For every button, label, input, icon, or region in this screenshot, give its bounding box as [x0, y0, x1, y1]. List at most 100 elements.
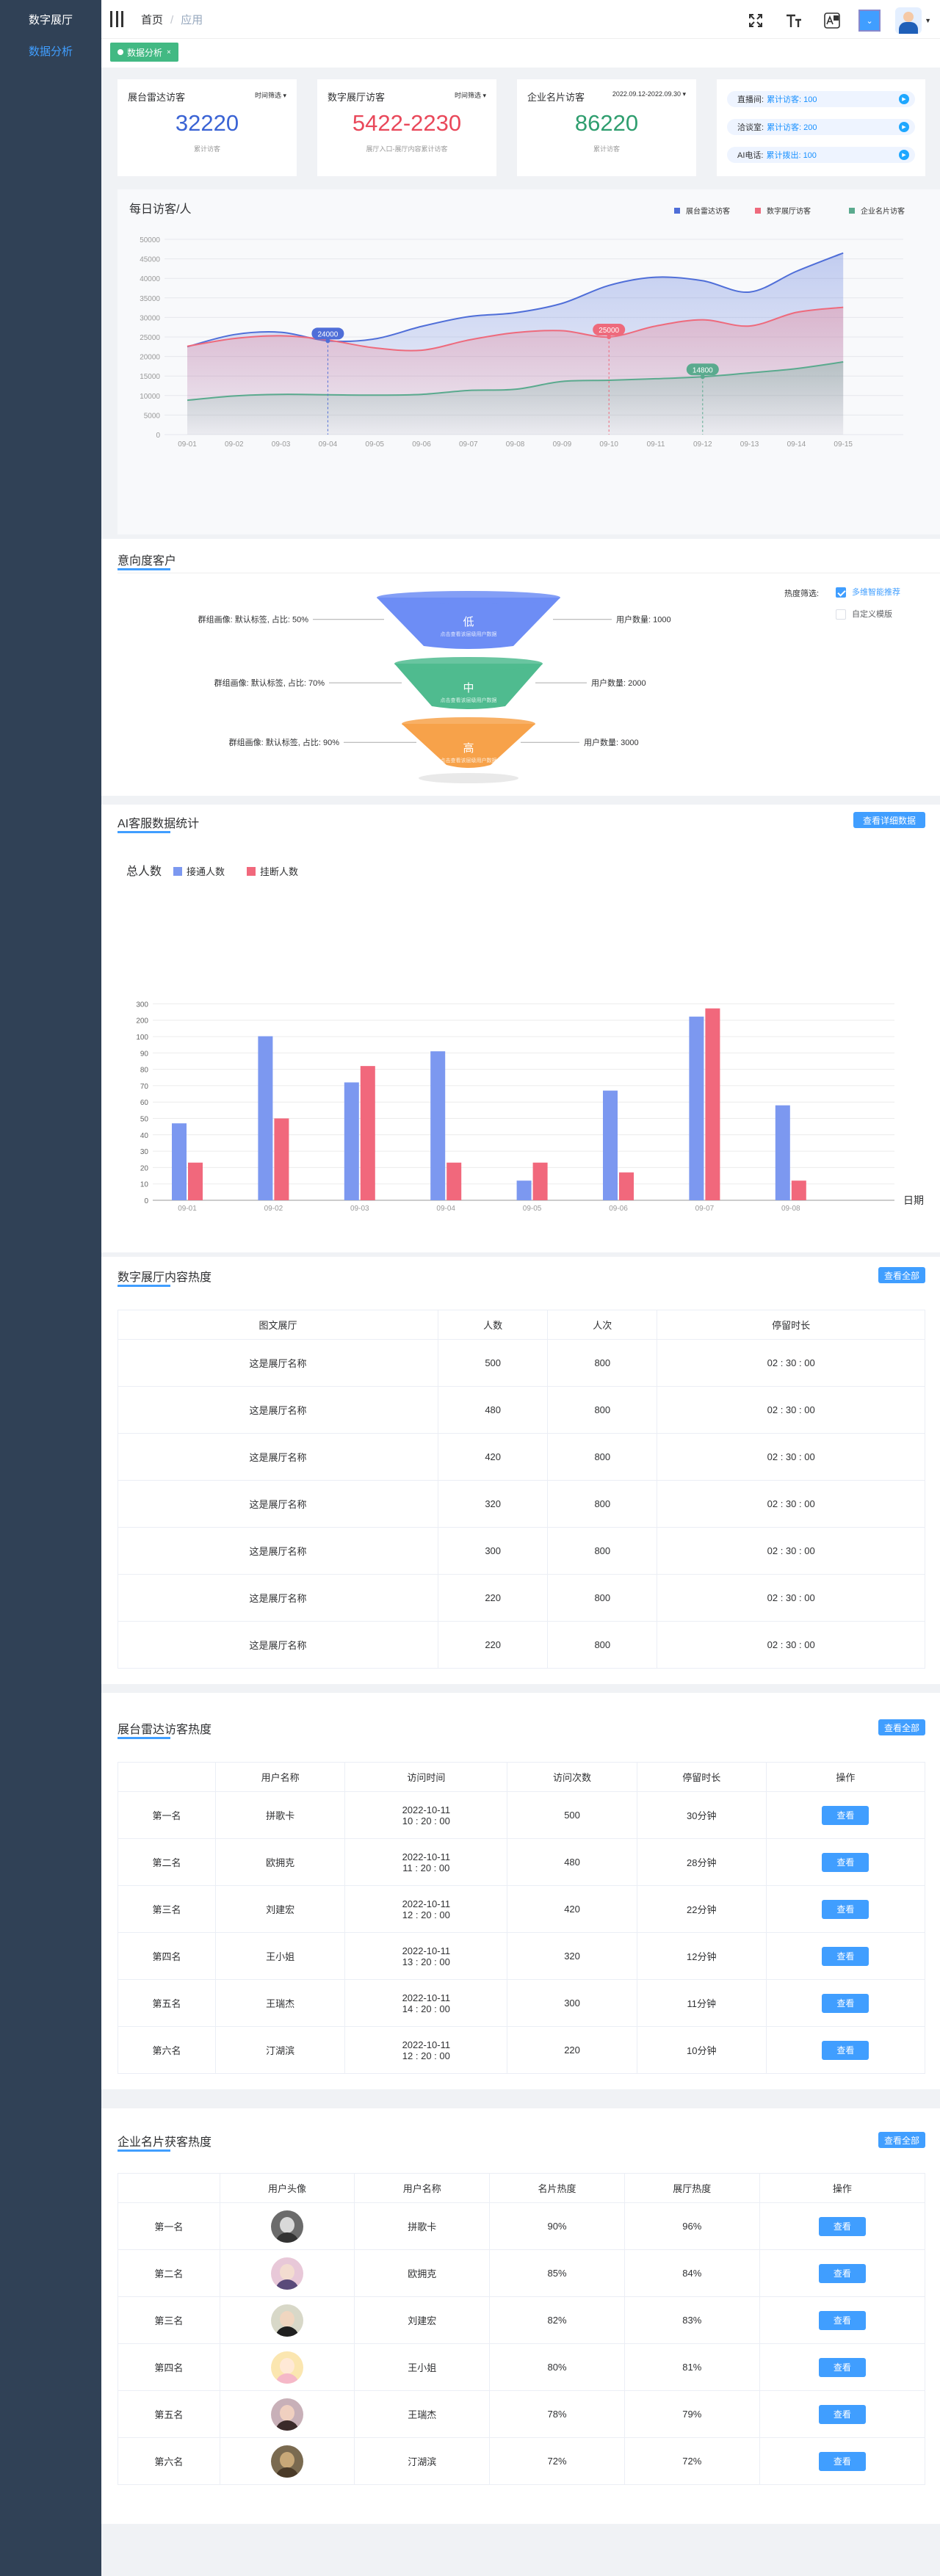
x-tick-label: 09-02 [225, 440, 244, 449]
view-button[interactable]: 查看 [822, 1993, 870, 2013]
action-cell: 查看 [765, 1885, 926, 1933]
table-cell: 02 : 30 : 00 [657, 1574, 925, 1622]
user-name-cell: 汀湖滨 [215, 2026, 346, 2074]
action-cell: 查看 [759, 2390, 926, 2438]
annotation-label: 14800 [693, 366, 713, 374]
view-button[interactable]: 查看 [822, 1852, 870, 1872]
legend-swatch [247, 867, 256, 876]
funnel-right-label: 用户数量: 3000 [584, 737, 639, 747]
tag-label: 数据分析 [127, 47, 163, 58]
view-button[interactable]: 查看 [822, 1805, 870, 1825]
x-tick-label: 09-06 [412, 440, 431, 449]
user-name-cell: 欧拥克 [354, 2249, 491, 2297]
y-tick-label: 25000 [140, 334, 160, 342]
caret-down-icon[interactable]: ▼ [925, 17, 931, 24]
section-title: 企业名片获客热度 [118, 2136, 212, 2149]
user-avatar[interactable] [895, 7, 922, 34]
sidebar-title: 数字展厅 [28, 14, 73, 26]
column-header: 用户头像 [219, 2173, 355, 2203]
table-cell: 220 [438, 1621, 549, 1669]
table-cell: 这是展厅名称 [117, 1574, 439, 1622]
breadcrumb-home[interactable]: 首页 [141, 14, 163, 26]
column-header: 用户名称 [354, 2173, 491, 2203]
font-size-icon[interactable] [782, 9, 806, 32]
table-cell: 480 [438, 1386, 549, 1434]
card-heat-cell: 78% [489, 2390, 625, 2438]
rank-cell: 第五名 [118, 2390, 220, 2438]
view-button[interactable]: 查看 [818, 2404, 866, 2424]
table-row: 第四名 王小姐 2022-10-11 13 : 20 : 00 320 12分钟 查看 [117, 1932, 926, 1980]
intent-funnel: 低点击查看该层级用户数据 群组画像: 默认标签, 占比: 50% 用户数量: 100… [198, 591, 671, 783]
view-button[interactable]: 查看 [822, 1946, 870, 1966]
view-all-button[interactable]: 查看全部 [878, 2132, 925, 2148]
layout-size-icon[interactable]: ⌄ [858, 10, 881, 32]
sidebar-item-data-analysis[interactable]: 数据分析 [0, 43, 101, 59]
table-cell: 800 [547, 1480, 658, 1528]
time-filter-dropdown[interactable]: 时间筛选 ▾ [255, 90, 286, 100]
table-row: 第六名 汀湖滨 2022-10-11 12 : 20 : 00 220 10分钟 查看 [117, 2026, 926, 2074]
funnel-top [394, 657, 543, 670]
y-tick-label: 200 [136, 1017, 148, 1026]
play-icon[interactable]: ▶ [899, 94, 909, 104]
card-heat-cell: 82% [489, 2296, 625, 2344]
section-underline [118, 1737, 170, 1739]
legend-label: 展台雷达访客 [686, 206, 730, 216]
table-cell: 02 : 30 : 00 [657, 1339, 925, 1387]
view-button[interactable]: 查看 [822, 1899, 870, 1919]
user-name-cell: 王瑞杰 [354, 2390, 491, 2438]
funnel-left-label: 群组画像: 默认标签, 占比: 70% [214, 678, 325, 688]
tag-data-analysis[interactable]: 数据分析 × [110, 43, 178, 62]
table-cell: 220 [438, 1574, 549, 1622]
table-row: 这是展厅名称 320 800 02 : 30 : 00 [117, 1480, 925, 1528]
view-button[interactable]: 查看 [822, 2040, 870, 2060]
view-button[interactable]: 查看 [818, 2357, 866, 2377]
column-header: 操作 [759, 2173, 926, 2203]
y-tick-label: 20 [140, 1164, 149, 1172]
view-button[interactable]: 查看 [818, 2263, 866, 2283]
y-tick-label: 15000 [140, 373, 160, 381]
table-cell: 这是展厅名称 [117, 1433, 439, 1481]
table-cell: 800 [547, 1621, 658, 1669]
funnel-desc: 点击查看该层级用户数据 [441, 757, 497, 763]
bar [791, 1180, 806, 1200]
table-cell: 02 : 30 : 00 [657, 1433, 925, 1481]
date-range-dropdown[interactable]: 2022.09.12-2022.09.30 ▾ [612, 90, 686, 98]
bar [603, 1090, 618, 1200]
action-cell: 查看 [759, 2249, 926, 2297]
view-button[interactable]: 查看 [818, 2216, 866, 2236]
time-filter-dropdown[interactable]: 时间筛选 ▾ [455, 90, 486, 100]
view-all-button[interactable]: 查看全部 [878, 1719, 925, 1735]
rank-cell: 第三名 [118, 2296, 220, 2344]
user-name-cell: 刘建宏 [354, 2296, 491, 2344]
translate-icon[interactable] [820, 9, 844, 32]
play-icon[interactable]: ▶ [899, 150, 909, 160]
view-button[interactable]: 查看 [818, 2451, 866, 2471]
action-cell: 查看 [759, 2343, 926, 2391]
visit-count-cell: 500 [507, 1791, 637, 1839]
column-header: 图文展厅 [117, 1310, 439, 1340]
ai-stats-section: AI客服数据统计 查看详细数据 总人数 接通人数 挂断人数 0 10 20 30 40 50 60… [101, 805, 940, 1252]
table-cell: 800 [547, 1339, 658, 1387]
table-cell: 02 : 30 : 00 [657, 1386, 925, 1434]
stay-duration-cell: 12分钟 [636, 1932, 767, 1980]
view-button[interactable]: 查看 [818, 2310, 866, 2330]
close-icon[interactable]: × [167, 48, 171, 57]
hamburger-icon[interactable] [110, 11, 123, 27]
action-cell: 查看 [759, 2437, 926, 2485]
card-heat-cell: 80% [489, 2343, 625, 2391]
ai-bar-chart: 总人数 接通人数 挂断人数 0 10 20 30 40 50 60 70 80 90 100 200 300 日… [126, 865, 924, 1213]
legend-label: 接通人数 [187, 866, 225, 877]
stat-title: 数字展厅访客 [328, 92, 386, 103]
table-row: 第六名 汀湖滨 72% 72% 查看 [118, 2437, 926, 2485]
view-all-button[interactable]: 查看全部 [878, 1267, 925, 1283]
visit-count-cell: 320 [507, 1932, 637, 1980]
stat-card-namecard: 企业名片访客 2022.09.12-2022.09.30 ▾ 86220 累计访… [517, 79, 696, 176]
x-tick-label: 09-07 [695, 1205, 715, 1213]
column-header: 操作 [765, 1762, 926, 1792]
avatar-cell [219, 2296, 355, 2344]
fullscreen-icon[interactable] [744, 9, 767, 32]
play-icon[interactable]: ▶ [899, 122, 909, 132]
table-cell: 这是展厅名称 [117, 1386, 439, 1434]
visit-time-cell: 2022-10-11 12 : 20 : 00 [344, 2026, 508, 2074]
visit-clock: 11 : 20 : 00 [402, 1862, 450, 1873]
